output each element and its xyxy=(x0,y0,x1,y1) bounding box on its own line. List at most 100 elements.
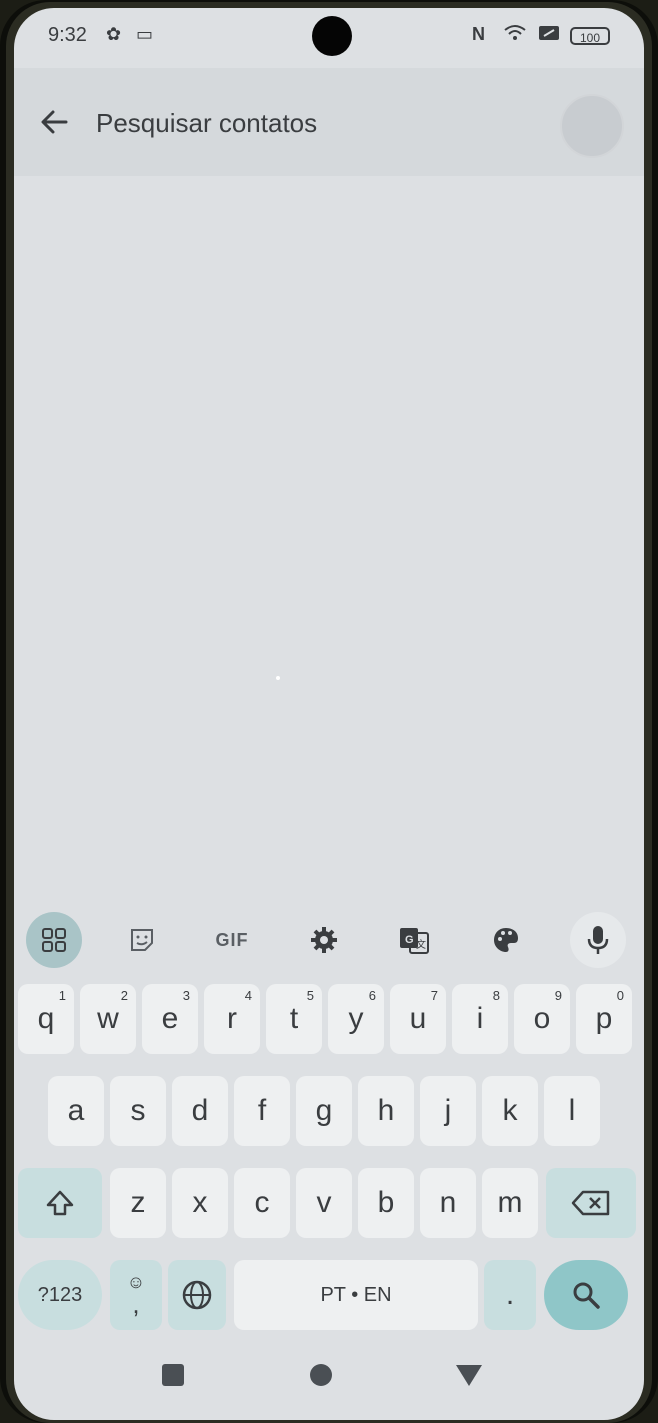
apps-grid-button[interactable] xyxy=(26,912,82,968)
account-avatar[interactable] xyxy=(560,94,624,158)
key-i[interactable]: i8 xyxy=(452,984,508,1054)
key-t[interactable]: t5 xyxy=(266,984,322,1054)
screen: 9:32 ✿ ▭ N 100 GIF xyxy=(14,8,644,1420)
period-key[interactable]: . xyxy=(484,1260,536,1330)
search-action-key[interactable] xyxy=(544,1260,628,1330)
key-label: i xyxy=(476,1002,484,1035)
key-j[interactable]: j xyxy=(420,1076,476,1146)
back-button[interactable] xyxy=(32,100,76,144)
palette-icon xyxy=(494,928,518,952)
key-v[interactable]: v xyxy=(296,1168,352,1238)
key-label: q xyxy=(37,1002,55,1035)
symbols-key[interactable]: ?123 xyxy=(18,1260,102,1330)
key-p[interactable]: p0 xyxy=(576,984,632,1054)
keyboard-toolbar: GIF G文 xyxy=(14,906,644,970)
key-r[interactable]: r4 xyxy=(204,984,260,1054)
key-d[interactable]: d xyxy=(172,1076,228,1146)
key-hint: 8 xyxy=(492,988,500,1003)
sticker-button[interactable] xyxy=(114,912,170,968)
microphone-icon xyxy=(587,926,609,954)
key-e[interactable]: e3 xyxy=(142,984,198,1054)
arrow-back-icon xyxy=(41,110,68,134)
translate-icon: G文 xyxy=(400,928,429,954)
settings-status-icon: ✿ xyxy=(106,24,122,44)
translate-button[interactable]: G文 xyxy=(386,912,442,968)
key-y[interactable]: y6 xyxy=(328,984,384,1054)
key-w[interactable]: w2 xyxy=(80,984,136,1054)
key-hint: 5 xyxy=(306,988,314,1003)
home-button[interactable] xyxy=(298,1352,344,1398)
backspace-key[interactable] xyxy=(546,1168,636,1238)
svg-text:G: G xyxy=(405,934,414,946)
key-b[interactable]: b xyxy=(358,1168,414,1238)
touch-indicator-dot xyxy=(276,676,280,680)
key-hint: 0 xyxy=(616,988,624,1003)
recents-button[interactable] xyxy=(150,1352,196,1398)
square-icon xyxy=(162,1364,184,1386)
wifi-icon xyxy=(504,24,526,47)
front-camera xyxy=(312,16,352,56)
nfc-icon: N xyxy=(472,24,485,44)
back-nav-button[interactable] xyxy=(446,1352,492,1398)
key-s[interactable]: s xyxy=(110,1076,166,1146)
battery-indicator: 100 xyxy=(570,27,610,45)
key-k[interactable]: k xyxy=(482,1076,538,1146)
key-n[interactable]: n xyxy=(420,1168,476,1238)
search-input[interactable] xyxy=(84,91,550,155)
emoji-comma-key[interactable]: ☺ , xyxy=(110,1260,162,1330)
sticker-icon xyxy=(131,929,153,951)
key-c[interactable]: c xyxy=(234,1168,290,1238)
backspace-icon xyxy=(571,1190,610,1216)
on-screen-keyboard: q1 w2 e3 r4 t5 y6 u7 i8 o9 p0 a s d f g … xyxy=(14,976,644,1330)
circle-icon xyxy=(310,1364,332,1386)
key-hint: 3 xyxy=(182,988,190,1003)
key-label: y xyxy=(348,1002,364,1035)
system-navigation-bar xyxy=(14,1330,644,1420)
key-hint: 7 xyxy=(430,988,438,1003)
shift-icon xyxy=(46,1190,74,1216)
key-m[interactable]: m xyxy=(482,1168,538,1238)
key-hint: 2 xyxy=(120,988,128,1003)
voice-input-button[interactable] xyxy=(570,912,626,968)
key-label: r xyxy=(227,1002,237,1035)
key-x[interactable]: x xyxy=(172,1168,228,1238)
svg-text:文: 文 xyxy=(416,938,426,951)
triangle-down-icon xyxy=(456,1365,482,1386)
theme-button[interactable] xyxy=(478,912,534,968)
key-hint: 9 xyxy=(554,988,562,1003)
gif-button[interactable]: GIF xyxy=(204,912,260,968)
sim-icon xyxy=(538,24,560,47)
key-q[interactable]: q1 xyxy=(18,984,74,1054)
status-bar: 9:32 ✿ ▭ N 100 xyxy=(14,8,644,64)
key-a[interactable]: a xyxy=(48,1076,104,1146)
comma-label: , xyxy=(132,1289,140,1319)
key-label: o xyxy=(533,1002,551,1035)
key-h[interactable]: h xyxy=(358,1076,414,1146)
contacts-list-area xyxy=(14,176,644,876)
key-hint: 6 xyxy=(368,988,376,1003)
notification-status-icon: ▭ xyxy=(136,24,154,44)
key-hint: 4 xyxy=(244,988,252,1003)
key-f[interactable]: f xyxy=(234,1076,290,1146)
search-toolbar xyxy=(14,68,644,176)
key-z[interactable]: z xyxy=(110,1168,166,1238)
key-label: u xyxy=(409,1002,427,1035)
shift-key[interactable] xyxy=(18,1168,102,1238)
space-bar[interactable]: PT • EN xyxy=(234,1260,478,1330)
globe-icon xyxy=(182,1280,212,1310)
key-g[interactable]: g xyxy=(296,1076,352,1146)
grid-icon xyxy=(42,928,66,952)
language-key[interactable] xyxy=(168,1260,226,1330)
key-label: t xyxy=(289,1002,299,1035)
settings-button[interactable] xyxy=(296,912,352,968)
status-time: 9:32 xyxy=(48,24,87,46)
search-icon xyxy=(573,1282,600,1309)
key-label: p xyxy=(595,1002,613,1035)
search-field-container xyxy=(84,91,550,155)
key-o[interactable]: o9 xyxy=(514,984,570,1054)
gear-icon xyxy=(311,927,337,953)
key-label: w xyxy=(97,1002,119,1035)
key-u[interactable]: u7 xyxy=(390,984,446,1054)
key-l[interactable]: l xyxy=(544,1076,600,1146)
key-hint: 1 xyxy=(58,988,66,1003)
